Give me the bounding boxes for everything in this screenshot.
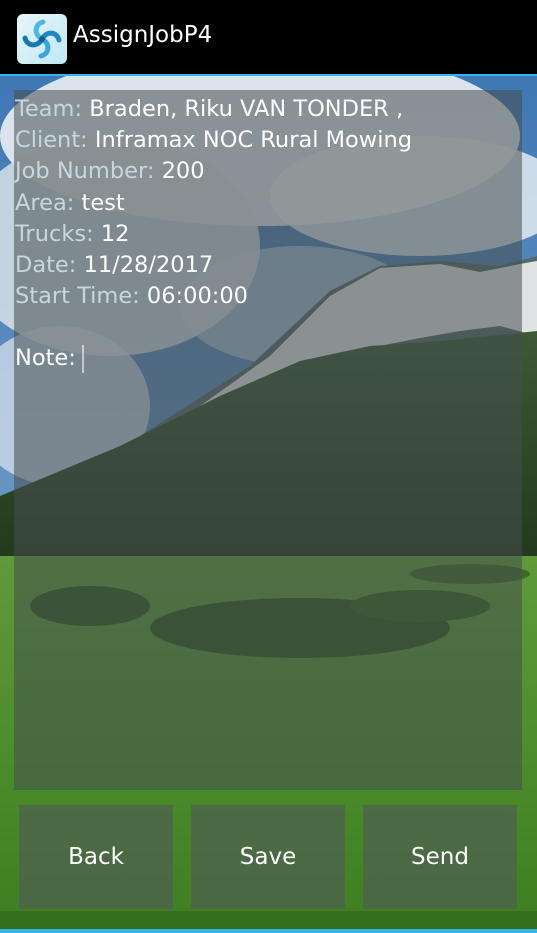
job-number-row: Job Number: 200 <box>15 156 520 187</box>
note-input[interactable] <box>80 343 500 375</box>
swirl-app-icon <box>17 14 67 64</box>
area-row: Area: test <box>15 188 520 219</box>
client-label: Client: <box>15 127 88 154</box>
area-value: test <box>81 189 125 216</box>
back-button[interactable]: Back <box>19 805 173 909</box>
app-title: AssignJobP4 <box>73 22 213 48</box>
start-time-label: Start Time: <box>15 283 140 310</box>
client-row: Client: Inframax NOC Rural Mowing <box>15 125 520 156</box>
trucks-value: 12 <box>100 220 130 247</box>
note-row: Note: <box>15 343 520 374</box>
job-number-label: Job Number: <box>15 158 155 185</box>
trucks-row: Trucks: 12 <box>15 219 520 250</box>
trucks-label: Trucks: <box>15 220 94 247</box>
start-time-row: Start Time: 06:00:00 <box>15 281 520 312</box>
text-caret <box>81 344 84 373</box>
bottom-accent-strip <box>0 929 537 933</box>
area-label: Area: <box>15 189 75 216</box>
team-row: Team: Braden, Riku VAN TONDER , <box>15 94 520 125</box>
note-label: Note: <box>15 345 76 372</box>
date-value: 11/28/2017 <box>83 251 214 278</box>
team-value: Braden, Riku VAN TONDER , <box>89 96 404 122</box>
save-button[interactable]: Save <box>191 805 345 909</box>
date-row: Date: 11/28/2017 <box>15 250 520 281</box>
date-label: Date: <box>15 251 77 278</box>
assign-job-screen: AssignJobP4 Team: Braden, Riku VAN TONDE… <box>0 0 537 933</box>
send-button[interactable]: Send <box>363 805 517 909</box>
action-bar: AssignJobP4 <box>0 0 537 74</box>
job-info-lines: Team: Braden, Riku VAN TONDER , Client: … <box>15 94 520 375</box>
start-time-value: 06:00:00 <box>146 283 248 310</box>
team-label: Team: <box>15 96 83 122</box>
job-number-value: 200 <box>161 158 205 185</box>
client-value: Inframax NOC Rural Mowing <box>94 127 413 154</box>
action-bar-divider <box>0 74 537 76</box>
